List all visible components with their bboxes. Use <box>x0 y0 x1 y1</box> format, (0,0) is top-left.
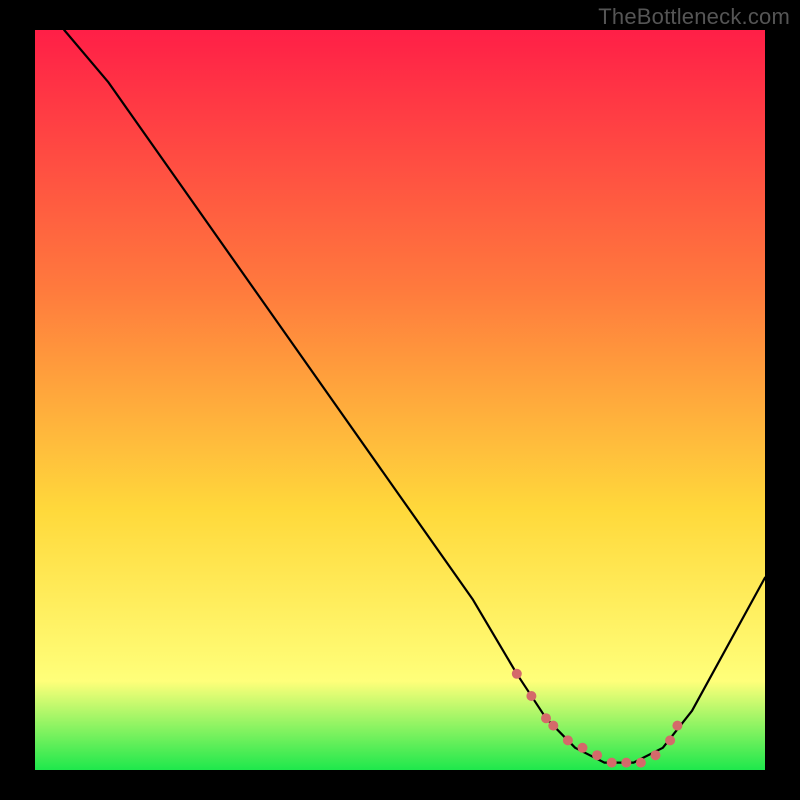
bottleneck-chart <box>35 30 765 770</box>
optimal-dot <box>607 758 617 768</box>
optimal-dot <box>563 735 573 745</box>
optimal-dot <box>665 735 675 745</box>
optimal-dot <box>541 713 551 723</box>
optimal-dot <box>526 691 536 701</box>
optimal-dot <box>621 758 631 768</box>
optimal-dot <box>672 721 682 731</box>
optimal-dot <box>592 750 602 760</box>
optimal-dot <box>548 721 558 731</box>
optimal-dot <box>636 758 646 768</box>
chart-frame: TheBottleneck.com <box>0 0 800 800</box>
watermark-text: TheBottleneck.com <box>598 4 790 30</box>
optimal-dot <box>512 669 522 679</box>
gradient-background <box>35 30 765 770</box>
optimal-dot <box>578 743 588 753</box>
optimal-dot <box>651 750 661 760</box>
